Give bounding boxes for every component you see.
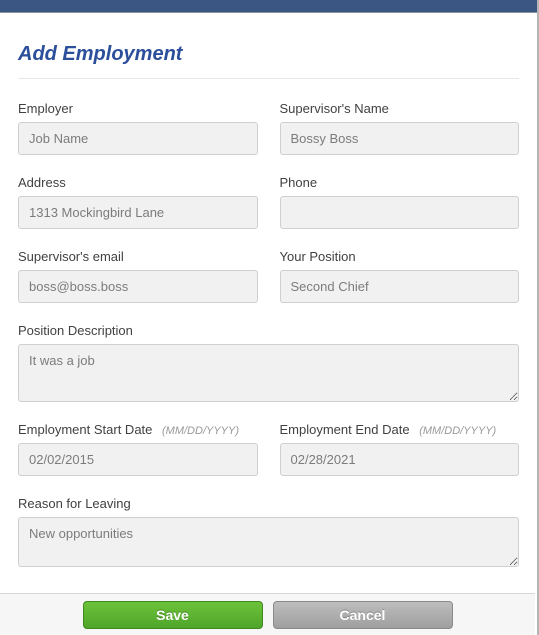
supervisor-email-input[interactable]	[18, 270, 258, 303]
end-date-label: Employment End Date (MM/DD/YYYY)	[280, 422, 520, 437]
position-description-label: Position Description	[18, 323, 519, 338]
phone-input[interactable]	[280, 196, 520, 229]
phone-label: Phone	[280, 175, 520, 190]
reason-for-leaving-input[interactable]	[18, 517, 519, 567]
start-date-label: Employment Start Date (MM/DD/YYYY)	[18, 422, 258, 437]
end-date-label-text: Employment End Date	[280, 422, 410, 437]
supervisor-email-label: Supervisor's email	[18, 249, 258, 264]
start-date-hint: (MM/DD/YYYY)	[162, 425, 239, 437]
employer-input[interactable]	[18, 122, 258, 155]
your-position-input[interactable]	[280, 270, 520, 303]
address-input[interactable]	[18, 196, 258, 229]
address-label: Address	[18, 175, 258, 190]
divider	[18, 78, 519, 79]
start-date-label-text: Employment Start Date	[18, 422, 152, 437]
your-position-label: Your Position	[280, 249, 520, 264]
supervisor-name-label: Supervisor's Name	[280, 101, 520, 116]
end-date-input[interactable]	[280, 443, 520, 476]
end-date-hint: (MM/DD/YYYY)	[419, 425, 496, 437]
modal-footer: Save Cancel	[0, 593, 535, 635]
cancel-button[interactable]: Cancel	[273, 601, 453, 629]
modal-titlebar	[0, 0, 537, 12]
page-title: Add Employment	[18, 43, 519, 66]
employer-label: Employer	[18, 101, 258, 116]
modal-add-employment: Add Employment Employer Supervisor's Nam…	[0, 0, 539, 635]
position-description-input[interactable]	[18, 344, 519, 402]
save-button[interactable]: Save	[83, 601, 263, 629]
supervisor-name-input[interactable]	[280, 122, 520, 155]
start-date-input[interactable]	[18, 443, 258, 476]
form-body: Add Employment Employer Supervisor's Nam…	[0, 13, 537, 577]
reason-for-leaving-label: Reason for Leaving	[18, 496, 519, 511]
